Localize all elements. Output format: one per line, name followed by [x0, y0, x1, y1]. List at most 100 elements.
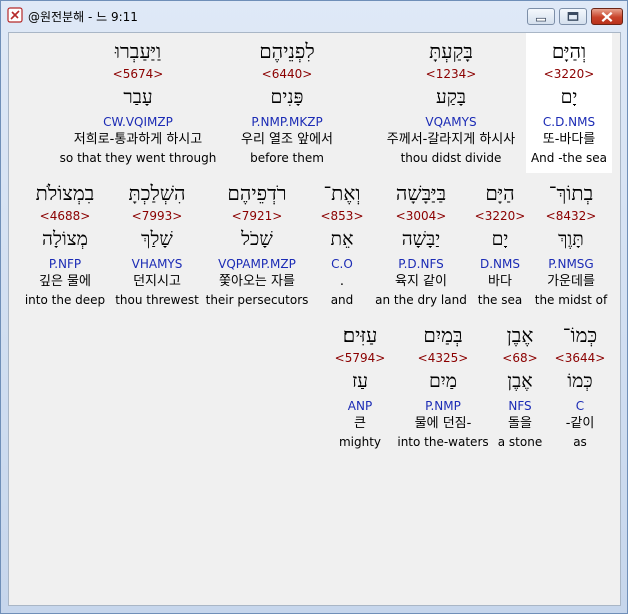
hebrew-word: הַיָּם: [485, 181, 515, 205]
word-cell[interactable]: וְאֶת־ <853> אֵת C.O . and: [314, 175, 370, 315]
lexical-form: עַז: [351, 370, 369, 392]
strong-number[interactable]: <4325>: [395, 351, 491, 365]
strong-number[interactable]: <853>: [314, 209, 370, 223]
word-cell[interactable]: וַיַּעַבְרוּ <5674> עָבַר CW.VQIMZP 저희로-…: [57, 33, 219, 173]
lexical-form: פָּנִים: [270, 86, 304, 108]
strong-number[interactable]: <3220>: [471, 209, 529, 223]
window-title: @원전분해 - 느 9:11: [28, 10, 138, 24]
english-gloss: thou didst divide: [400, 151, 502, 165]
maximize-button[interactable]: [559, 8, 587, 25]
korean-gloss: 쫓아오는 자를: [219, 274, 295, 289]
hebrew-word: כְּמוֹ־: [562, 323, 598, 347]
hebrew-word: בָּקַעְתָּ: [429, 39, 473, 63]
korean-gloss: 물에 던짐-: [414, 416, 472, 431]
hebrew-word: הִשְׁלַכְתָּ: [128, 181, 186, 205]
parsing-code: NFS: [508, 399, 532, 413]
korean-gloss: 저희로-통과하게 하시고: [73, 132, 203, 147]
close-icon: [601, 11, 613, 23]
strong-number[interactable]: <4688>: [19, 209, 111, 223]
strong-number[interactable]: <6440>: [222, 67, 352, 81]
strong-number[interactable]: <8432>: [531, 209, 611, 223]
hebrew-word: עַזִּים׃: [342, 323, 378, 347]
lexical-form: אֶבֶן: [507, 370, 533, 392]
hebrew-word: בְּמַיִם: [423, 323, 463, 347]
english-gloss: into the deep: [24, 293, 106, 307]
hebrew-word: וְאֶת־: [323, 181, 361, 205]
lexical-form: אֵת: [330, 228, 354, 250]
english-gloss: their persecutors: [205, 293, 309, 307]
lexical-form: מְצוֹלָה: [42, 228, 88, 250]
word-cell[interactable]: בַּיַּבָּשָׁה <3004> יַבָּשָׁה P.D.NFS 육…: [373, 175, 469, 315]
word-cell[interactable]: אֶבֶן <68> אֶבֶן NFS 돌을 a stone: [493, 317, 547, 457]
word-cell[interactable]: בְּמַיִם <4325> מַיִם P.NMP 물에 던짐- into …: [395, 317, 491, 457]
minimize-icon: [535, 17, 547, 22]
korean-gloss: 던지시고: [133, 274, 181, 289]
english-gloss: an the dry land: [375, 293, 467, 307]
parsing-code: VQAMYS: [425, 115, 477, 129]
hebrew-word: אֶבֶן: [506, 323, 534, 347]
parsing-code: P.NMP: [425, 399, 461, 413]
lexical-form: יָם: [491, 228, 509, 250]
app-window: @원전분해 - 느 9:11 וְהַיָּם <3220> יָם C.D.N…: [0, 0, 628, 614]
lexical-form: כְּמוֹ: [567, 370, 593, 392]
word-cell[interactable]: לִפְנֵיהֶם <6440> פָּנִים P.NMP.MKZP 우리 …: [222, 33, 352, 173]
strong-number[interactable]: <3004>: [373, 209, 469, 223]
korean-gloss: 육지 같이: [395, 274, 447, 289]
parsing-code: P.NMP.MKZP: [251, 115, 323, 129]
parsing-code: ANP: [347, 399, 373, 413]
close-button[interactable]: [591, 8, 623, 25]
parsing-code: P.D.NFS: [398, 257, 444, 271]
english-gloss: into the-waters: [397, 435, 489, 449]
korean-gloss: 큰: [354, 416, 366, 431]
strong-number[interactable]: <7993>: [113, 209, 201, 223]
strong-number[interactable]: <68>: [493, 351, 547, 365]
word-cell[interactable]: עַזִּים׃ <5794> עַז ANP 큰 mighty: [327, 317, 393, 457]
english-gloss: And -the sea: [530, 151, 608, 165]
korean-gloss: 또-바다를: [542, 132, 596, 147]
english-gloss: a stone: [497, 435, 543, 449]
strong-number[interactable]: <3644>: [549, 351, 611, 365]
lexical-form: בָּקַע: [435, 86, 467, 108]
word-cell[interactable]: רֹדְפֵיהֶם <7921> שָׁכֹל VQPAMP.MZP 쫓아오는…: [203, 175, 311, 315]
strong-number[interactable]: <1234>: [379, 67, 523, 81]
korean-gloss: -같이: [565, 416, 595, 431]
app-logo-icon: [7, 7, 23, 23]
lexical-form: יָם: [560, 86, 578, 108]
hebrew-word: בַּיַּבָּשָׁה: [395, 181, 447, 205]
lexical-form: יַבָּשָׁה: [401, 228, 441, 250]
english-gloss: the midst of: [534, 293, 608, 307]
word-cell[interactable]: כְּמוֹ־ <3644> כְּמוֹ C -같이 as: [549, 317, 611, 457]
word-cell[interactable]: בְתוֹךְ־ <8432> תָּוֶךְ P.NMSG 가운데를 the …: [531, 175, 611, 315]
hebrew-word: לִפְנֵיהֶם: [259, 39, 315, 63]
korean-gloss: .: [339, 274, 345, 289]
strong-number[interactable]: <3220>: [526, 67, 612, 81]
word-cell[interactable]: בִמְצוֹלֹת <4688> מְצוֹלָה P.NFP 깊은 물에 i…: [19, 175, 111, 315]
hebrew-word: וַיַּעַבְרוּ: [114, 39, 162, 63]
verse-analysis-panel: וְהַיָּם <3220> יָם C.D.NMS 또-바다를 And -t…: [8, 32, 621, 606]
english-gloss: mighty: [338, 435, 382, 449]
english-gloss: so that they went through: [59, 151, 217, 165]
word-cell[interactable]: הִשְׁלַכְתָּ <7993> שָׁלַךְ VHAMYS 던지시고 …: [113, 175, 201, 315]
word-cell[interactable]: בָּקַעְתָּ <1234> בָּקַע VQAMYS 주께서-갈라지게…: [379, 33, 523, 173]
english-gloss: as: [573, 435, 587, 449]
parsing-code: CW.VQIMZP: [103, 115, 173, 129]
korean-gloss: 우리 열조 앞에서: [241, 132, 333, 147]
korean-gloss: 돌을: [508, 416, 532, 431]
hebrew-word: רֹדְפֵיהֶם: [227, 181, 287, 205]
parsing-code: D.NMS: [479, 257, 520, 271]
strong-number[interactable]: <5674>: [57, 67, 219, 81]
hebrew-word: וְהַיָּם: [551, 39, 587, 63]
hebrew-word: בִמְצוֹלֹת: [35, 181, 95, 205]
strong-number[interactable]: <5794>: [327, 351, 393, 365]
strong-number[interactable]: <7921>: [203, 209, 311, 223]
parsing-code: VHAMYS: [131, 257, 183, 271]
parsing-code: C.D.NMS: [542, 115, 596, 129]
korean-gloss: 가운데를: [547, 274, 595, 289]
word-cell[interactable]: וְהַיָּם <3220> יָם C.D.NMS 또-바다를 And -t…: [526, 33, 612, 173]
minimize-button[interactable]: [527, 8, 555, 25]
lexical-form: עָבַר: [123, 86, 153, 108]
english-gloss: the sea: [477, 293, 523, 307]
title-bar[interactable]: @원전분해 - 느 9:11: [1, 1, 627, 29]
word-cell[interactable]: הַיָּם <3220> יָם D.NMS 바다 the sea: [471, 175, 529, 315]
korean-gloss: 주께서-갈라지게 하시사: [386, 132, 516, 147]
